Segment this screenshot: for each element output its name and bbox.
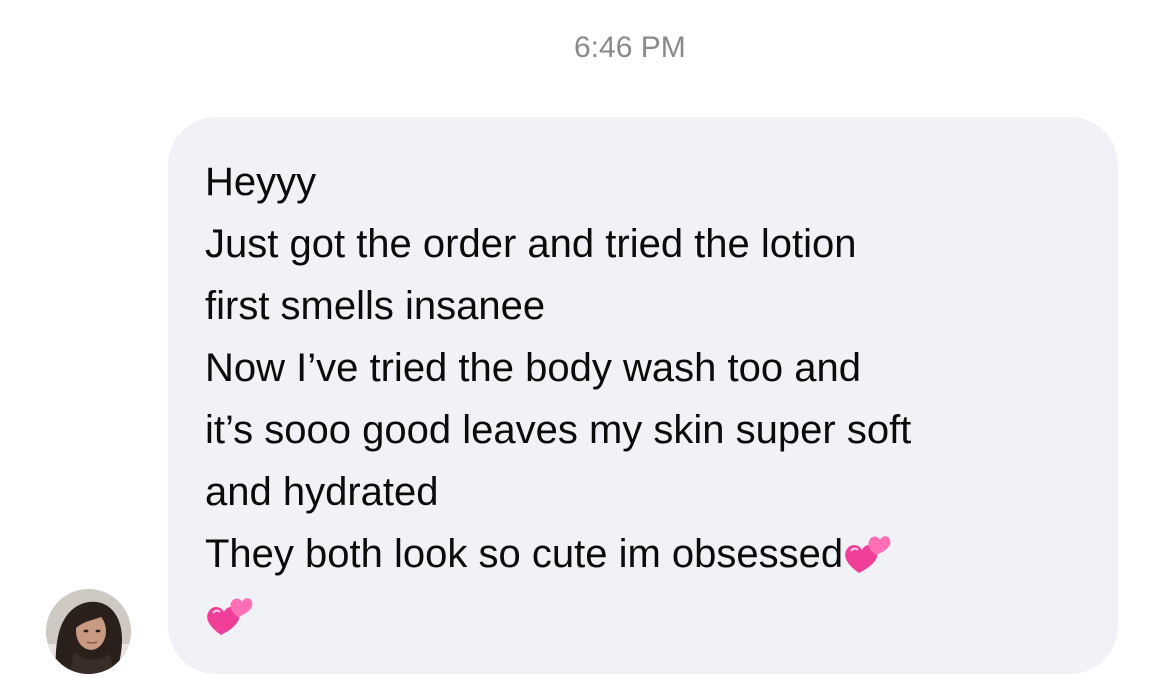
two-hearts-emoji bbox=[205, 593, 255, 639]
avatar[interactable] bbox=[46, 589, 131, 674]
avatar-photo bbox=[46, 589, 131, 674]
timestamp-row: 6:46 PM bbox=[0, 28, 1153, 68]
message-line: it’s sooo good leaves my skin super soft bbox=[205, 408, 912, 452]
two-hearts-emoji bbox=[843, 531, 893, 577]
message-bubble[interactable]: Heyyy Just got the order and tried the l… bbox=[168, 117, 1118, 674]
message-line: Heyyy bbox=[205, 160, 317, 204]
message-line: Just got the order and tried the lotion bbox=[205, 222, 857, 266]
timestamp: 6:46 PM bbox=[574, 31, 686, 64]
message-line: Now I’ve tried the body wash too and bbox=[205, 346, 861, 390]
message-line: first smells insanee bbox=[205, 284, 546, 328]
message-line-last: They both look so cute im obsessed bbox=[205, 523, 1080, 585]
message-line-text: They both look so cute im obsessed bbox=[205, 532, 844, 576]
message-line-emoji bbox=[205, 585, 1080, 647]
message-line: and hydrated bbox=[205, 470, 439, 514]
